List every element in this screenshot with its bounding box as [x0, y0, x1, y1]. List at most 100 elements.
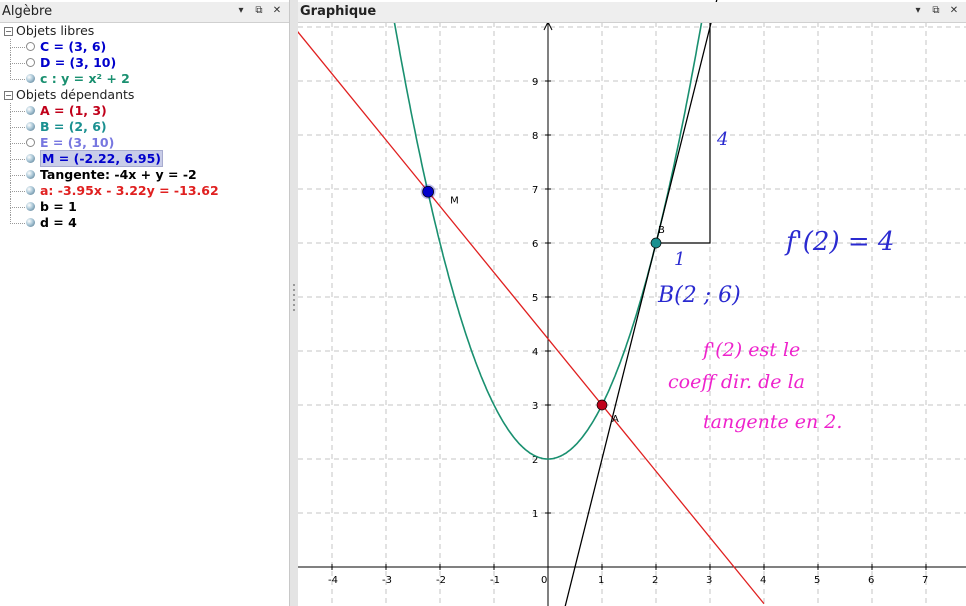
- tree-connector: [10, 103, 25, 112]
- slope-rise-label: 4: [716, 129, 728, 150]
- tree-connector: [10, 143, 11, 151]
- x-tick-label: 7: [922, 575, 928, 586]
- y-tick-label: 4: [532, 347, 538, 358]
- algebra-item-label: b = 1: [40, 199, 77, 214]
- algebra-item[interactable]: a: -3.95x - 3.22y = -13.62: [0, 183, 289, 199]
- graphics-canvas[interactable]: -4 -3 -2 -1 0 1 2 3 4 5 6 7123456789MAB14f'(2) = 4B…: [298, 0, 966, 606]
- y-tick-label: 5: [532, 293, 538, 304]
- algebra-item-label: c : y = x² + 2: [40, 71, 130, 86]
- tree-connector: [10, 127, 11, 135]
- tree-connector: [10, 71, 25, 80]
- algebra-item[interactable]: M = (-2.22, 6.95): [0, 150, 289, 167]
- algebra-item[interactable]: d = 4: [0, 215, 289, 231]
- group-label: Objets libres: [16, 23, 95, 38]
- x-tick-label: 4: [760, 575, 766, 586]
- algebra-item-label: B = (2, 6): [40, 119, 107, 134]
- graphics-title: Graphique: [300, 4, 377, 19]
- object-tree: − Objets libres C = (3, 6) D = (3, 10) c : …: [0, 23, 289, 231]
- algebra-item[interactable]: D = (3, 10): [0, 55, 289, 71]
- tree-connector: [10, 111, 11, 119]
- x-tick-label: -3: [382, 575, 392, 586]
- visibility-toggle-icon[interactable]: [26, 42, 35, 51]
- graphics-header: Graphique ▾ ⧉ ✕: [298, 2, 966, 23]
- algebra-item-label: M = (-2.22, 6.95): [40, 150, 164, 167]
- point-m: [422, 185, 434, 198]
- algebra-item[interactable]: c : y = x² + 2: [0, 71, 289, 87]
- algebra-item[interactable]: C = (3, 6): [0, 39, 289, 55]
- tree-connector: [10, 39, 25, 48]
- tree-connector: [10, 63, 11, 71]
- visibility-toggle-icon[interactable]: [26, 170, 35, 179]
- algebra-item-label: D = (3, 10): [40, 55, 117, 70]
- visibility-toggle-icon[interactable]: [26, 202, 35, 211]
- detach-icon[interactable]: ⧉: [930, 5, 942, 16]
- algebra-title: Algèbre: [2, 4, 53, 19]
- x-tick-label: -2: [436, 575, 446, 586]
- tree-connector: [10, 199, 25, 208]
- algebra-item-label: d = 4: [40, 215, 77, 230]
- tree-connector: [10, 183, 25, 192]
- y-tick-label: 8: [532, 131, 538, 142]
- detach-icon[interactable]: ⧉: [253, 5, 265, 16]
- algebra-item-label: a: -3.95x - 3.22y = -13.62: [40, 183, 219, 198]
- x-tick-label: -4: [328, 575, 338, 586]
- visibility-toggle-icon[interactable]: [26, 186, 35, 195]
- y-tick-label: 3: [532, 401, 538, 412]
- point-a-label: A: [612, 414, 619, 425]
- algebra-item[interactable]: b = 1: [0, 199, 289, 215]
- tree-connector: [10, 215, 25, 224]
- visibility-toggle-icon[interactable]: [26, 154, 35, 163]
- algebra-item[interactable]: Tangente: -4x + y = -2: [0, 167, 289, 183]
- group-label: Objets dépendants: [16, 87, 135, 102]
- slope-run-label: 1: [674, 249, 685, 270]
- y-tick-label: 6: [532, 239, 538, 250]
- close-icon[interactable]: ✕: [948, 5, 960, 16]
- tree-connector: [10, 207, 11, 215]
- visibility-toggle-icon[interactable]: [26, 106, 35, 115]
- x-tick-label: 1: [598, 575, 604, 586]
- visibility-toggle-icon[interactable]: [26, 122, 35, 131]
- collapse-icon[interactable]: −: [4, 91, 13, 100]
- x-tick-label: 6: [868, 575, 874, 586]
- x-tick-label: 0: [541, 575, 547, 586]
- algebra-header: Algèbre ▾ ⧉ ✕: [0, 2, 289, 23]
- algebra-item[interactable]: A = (1, 3): [0, 103, 289, 119]
- group-dependent-objects[interactable]: − Objets dépendants: [0, 87, 289, 103]
- derivative-annotation: f'(2) = 4: [784, 227, 894, 257]
- point-b: [650, 237, 662, 249]
- visibility-toggle-icon[interactable]: [26, 138, 35, 147]
- graphics-view[interactable]: -4 -3 -2 -1 0 1 2 3 4 5 6 7 1 2 3 4 5 6 7 8 9 M A B 1 4 f'(2) = 4B…: [298, 0, 966, 606]
- note-line-2: coeff dir. de la: [668, 371, 805, 393]
- tree-connector: [10, 191, 11, 199]
- algebra-item-label: Tangente: -4x + y = -2: [40, 167, 197, 182]
- y-tick-label: 1: [532, 509, 538, 520]
- point-a: [596, 399, 608, 411]
- visibility-toggle-icon[interactable]: [26, 58, 35, 67]
- point-b-label: B: [658, 225, 665, 236]
- close-icon[interactable]: ✕: [271, 5, 283, 16]
- tree-connector: [10, 55, 25, 64]
- tree-connector: [10, 175, 11, 183]
- visibility-toggle-icon[interactable]: [26, 218, 35, 227]
- visibility-toggle-icon[interactable]: [26, 74, 35, 83]
- algebra-item-label: E = (3, 10): [40, 135, 115, 150]
- algebra-item[interactable]: E = (3, 10): [0, 135, 289, 151]
- menu-icon[interactable]: ▾: [235, 5, 247, 16]
- note-line-3: tangente en 2.: [703, 411, 842, 433]
- parabola-curve: [390, 4, 705, 460]
- collapse-icon[interactable]: −: [4, 27, 13, 36]
- x-tick-label: 2: [652, 575, 658, 586]
- algebra-view: Algèbre ▾ ⧉ ✕ − Objets libres C = (3, 6) D…: [0, 0, 289, 606]
- y-tick-label: 7: [532, 185, 538, 196]
- tree-connector: [10, 167, 25, 176]
- algebra-item-label: A = (1, 3): [40, 103, 107, 118]
- tree-connector: [10, 119, 25, 128]
- point-m-label: M: [450, 196, 459, 207]
- group-free-objects[interactable]: − Objets libres: [0, 23, 289, 39]
- algebra-item[interactable]: B = (2, 6): [0, 119, 289, 135]
- x-tick-label: 3: [706, 575, 712, 586]
- x-tick-label: 5: [814, 575, 820, 586]
- point-b-annotation: B(2 ; 6): [657, 283, 741, 308]
- menu-icon[interactable]: ▾: [912, 5, 924, 16]
- tree-connector: [10, 151, 25, 160]
